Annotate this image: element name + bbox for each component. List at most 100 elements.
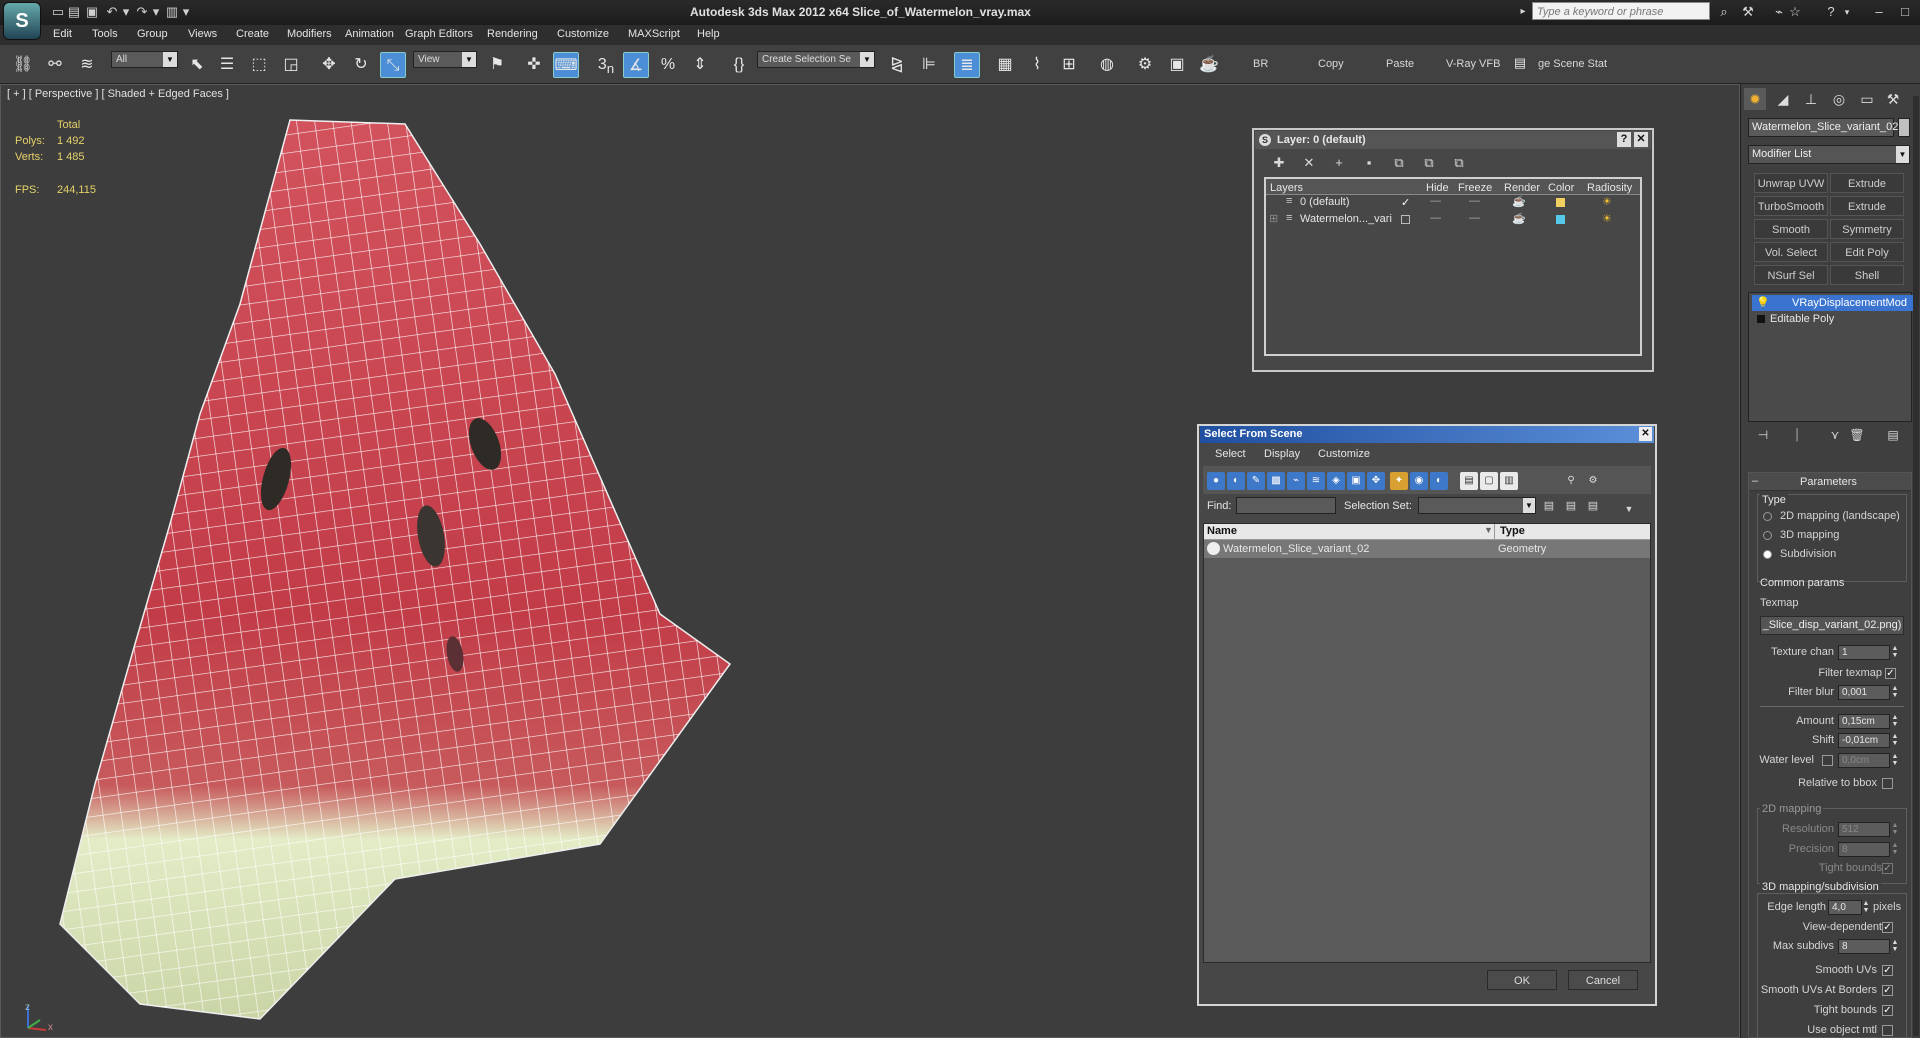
layer-freeze-toggle[interactable]: —	[1469, 212, 1480, 224]
display-tab-icon[interactable]: ▭	[1856, 88, 1878, 110]
select-object-icon[interactable]: ⬉	[184, 52, 210, 78]
favorites-star-icon[interactable]: ☆	[1786, 3, 1804, 21]
display-all-icon[interactable]: ▤	[1460, 472, 1478, 490]
spinner-snap-icon[interactable]: ⇕	[687, 52, 713, 78]
layer-color-swatch[interactable]	[1556, 215, 1565, 224]
display-cameras-icon[interactable]: ▩	[1267, 472, 1285, 490]
scene-object-list[interactable]	[1203, 523, 1651, 963]
pin-stack-icon[interactable]: ⊣	[1754, 426, 1772, 444]
render-setup-icon[interactable]: ⚙	[1132, 52, 1158, 78]
layer-dialog-help-button[interactable]: ?	[1617, 132, 1631, 147]
select-and-scale-icon[interactable]: ⤡	[380, 52, 406, 78]
help-dropdown-icon[interactable]: ▾	[1838, 3, 1856, 21]
copy-button[interactable]: Copy	[1318, 58, 1344, 70]
display-spacewarps-icon[interactable]: ≋	[1307, 472, 1325, 490]
render-production-icon[interactable]: ☕	[1196, 52, 1222, 78]
water-level-spinner[interactable]: 0,0cm	[1838, 753, 1890, 768]
filter-options-icon[interactable]: ⚙	[1584, 472, 1602, 490]
display-lights-icon[interactable]: ✎	[1247, 472, 1265, 490]
freeze-column-header[interactable]: Freeze	[1458, 182, 1492, 194]
shift-spinner[interactable]: -0,01cm	[1838, 733, 1890, 748]
stack-item-vraydisplacementmod[interactable]: 💡 VRayDisplacementMod	[1752, 295, 1913, 311]
rollout-collapse-icon[interactable]: –	[1752, 475, 1758, 487]
unlink-selection-icon[interactable]: ⚯	[42, 52, 68, 78]
app-logo-button[interactable]: S	[3, 2, 41, 40]
motion-tab-icon[interactable]: ◎	[1828, 88, 1850, 110]
spinner-arrows-icon[interactable]: ▲ ▼	[1862, 900, 1870, 915]
watermelon-slice-mesh[interactable]	[0, 84, 760, 1038]
cancel-button[interactable]: Cancel	[1568, 970, 1638, 990]
snaps-toggle-icon[interactable]: 3n	[593, 52, 619, 78]
spinner-arrows-icon[interactable]: ▲ ▼	[1891, 842, 1899, 857]
add-to-layer-icon[interactable]: +	[1330, 154, 1348, 172]
mirror-icon[interactable]: ⧎	[884, 52, 910, 78]
command-panel-scrollbar[interactable]	[1913, 96, 1919, 1036]
filter-blur-spinner[interactable]: 0,001	[1838, 685, 1890, 700]
save-file-icon[interactable]: ▣	[84, 4, 100, 20]
texture-chan-spinner[interactable]: 1	[1838, 645, 1890, 660]
display-shapes-icon[interactable]: ◐	[1227, 472, 1245, 490]
menu-group[interactable]: Group	[137, 28, 168, 40]
spinner-arrows-icon[interactable]: ▲ ▼	[1891, 733, 1899, 748]
rendered-frame-window-icon[interactable]: ▣	[1164, 52, 1190, 78]
layers-column-header[interactable]: Layers	[1270, 182, 1303, 194]
quick-access-dropdown-icon[interactable]: ▾	[178, 4, 194, 20]
name-column-header[interactable]: Name	[1207, 525, 1237, 537]
new-file-icon[interactable]: ▭	[50, 4, 66, 20]
paste-button[interactable]: Paste	[1386, 58, 1414, 70]
display-xrefs-icon[interactable]: ▣	[1347, 472, 1365, 490]
resolution-spinner[interactable]: 512	[1838, 822, 1890, 837]
configure-modifier-sets-icon[interactable]: ▤	[1884, 426, 1902, 444]
radiosity-column-header[interactable]: Radiosity	[1587, 182, 1632, 194]
layer-row[interactable]: ⊞ ≡ Watermelon..._vari — — ☕ ☀	[1266, 212, 1640, 228]
hierarchy-tab-icon[interactable]: ⊥	[1800, 88, 1822, 110]
water-level-checkbox[interactable]	[1822, 755, 1833, 766]
modifier-list-dropdown[interactable]: Modifier List ▼	[1748, 145, 1910, 164]
column-divider[interactable]	[1494, 524, 1495, 539]
manage-scene-states-button[interactable]: ge Scene Stat	[1538, 58, 1607, 70]
select-menu-display[interactable]: Display	[1264, 448, 1300, 460]
radio-3d-mapping[interactable]	[1763, 531, 1772, 540]
delete-layer-icon[interactable]: ✕	[1300, 154, 1318, 172]
select-and-rotate-icon[interactable]: ↻	[348, 52, 374, 78]
menu-views[interactable]: Views	[188, 28, 217, 40]
label-3d-mapping[interactable]: 3D mapping	[1780, 529, 1839, 541]
spinner-arrows-icon[interactable]: ▲ ▼	[1891, 645, 1899, 660]
stack-item-editable-poly[interactable]: Editable Poly	[1752, 311, 1913, 327]
display-frozen-icon[interactable]: ◉	[1410, 472, 1428, 490]
display-bones-icon[interactable]: ✥	[1367, 472, 1385, 490]
modifier-button-edit-poly[interactable]: Edit Poly	[1830, 242, 1904, 262]
graphite-ribbon-icon[interactable]: ▦	[992, 52, 1018, 78]
tight-bounds-checkbox[interactable]: ✓	[1882, 863, 1893, 874]
bind-space-warp-icon[interactable]: ≋	[74, 52, 100, 78]
align-icon[interactable]: ⊫	[916, 52, 942, 78]
vray-vfb-button[interactable]: V-Ray VFB	[1446, 58, 1500, 70]
hide-column-header[interactable]: Hide	[1426, 182, 1449, 194]
create-selection-set-icon[interactable]: ▤	[1540, 497, 1558, 515]
active-layer-check[interactable]: ✓	[1401, 196, 1410, 209]
search-expand-icon[interactable]: ▸	[1514, 3, 1532, 21]
redo-dropdown-icon[interactable]: ▾	[148, 4, 164, 20]
utilities-tab-icon[interactable]: ⚒	[1882, 88, 1904, 110]
display-invert-icon[interactable]: ▥	[1500, 472, 1518, 490]
modify-tab-icon[interactable]: ◢	[1772, 88, 1794, 110]
toolbar-expand-icon[interactable]: ▼	[1620, 500, 1638, 518]
active-layer-check[interactable]	[1401, 215, 1410, 224]
object-color-swatch[interactable]	[1898, 118, 1910, 137]
relative-to-bbox-checkbox[interactable]	[1882, 778, 1893, 789]
menu-create[interactable]: Create	[236, 28, 269, 40]
show-end-result-icon[interactable]: ⏐	[1788, 426, 1806, 444]
label-subdivision[interactable]: Subdivision	[1780, 548, 1836, 560]
select-manipulate-icon[interactable]: ✜	[521, 52, 547, 78]
percent-snap-icon[interactable]: %	[655, 52, 681, 78]
modifier-button-extrude[interactable]: Extrude	[1830, 173, 1904, 193]
layer-dialog-titlebar[interactable]: S Layer: 0 (default) ? ✕	[1255, 131, 1651, 149]
modifier-button-vol-select[interactable]: Vol. Select	[1754, 242, 1828, 262]
select-in-layer-icon[interactable]: ▪	[1360, 154, 1378, 172]
edit-named-selection-icon[interactable]: {}	[726, 52, 752, 78]
minimize-icon[interactable]: –	[1870, 3, 1888, 21]
display-none-icon[interactable]: ▢	[1480, 472, 1498, 490]
binoculars-icon[interactable]: ⌕	[1715, 3, 1733, 21]
view-dependent-checkbox[interactable]: ✓	[1882, 922, 1893, 933]
spinner-arrows-icon[interactable]: ▲ ▼	[1891, 822, 1899, 837]
